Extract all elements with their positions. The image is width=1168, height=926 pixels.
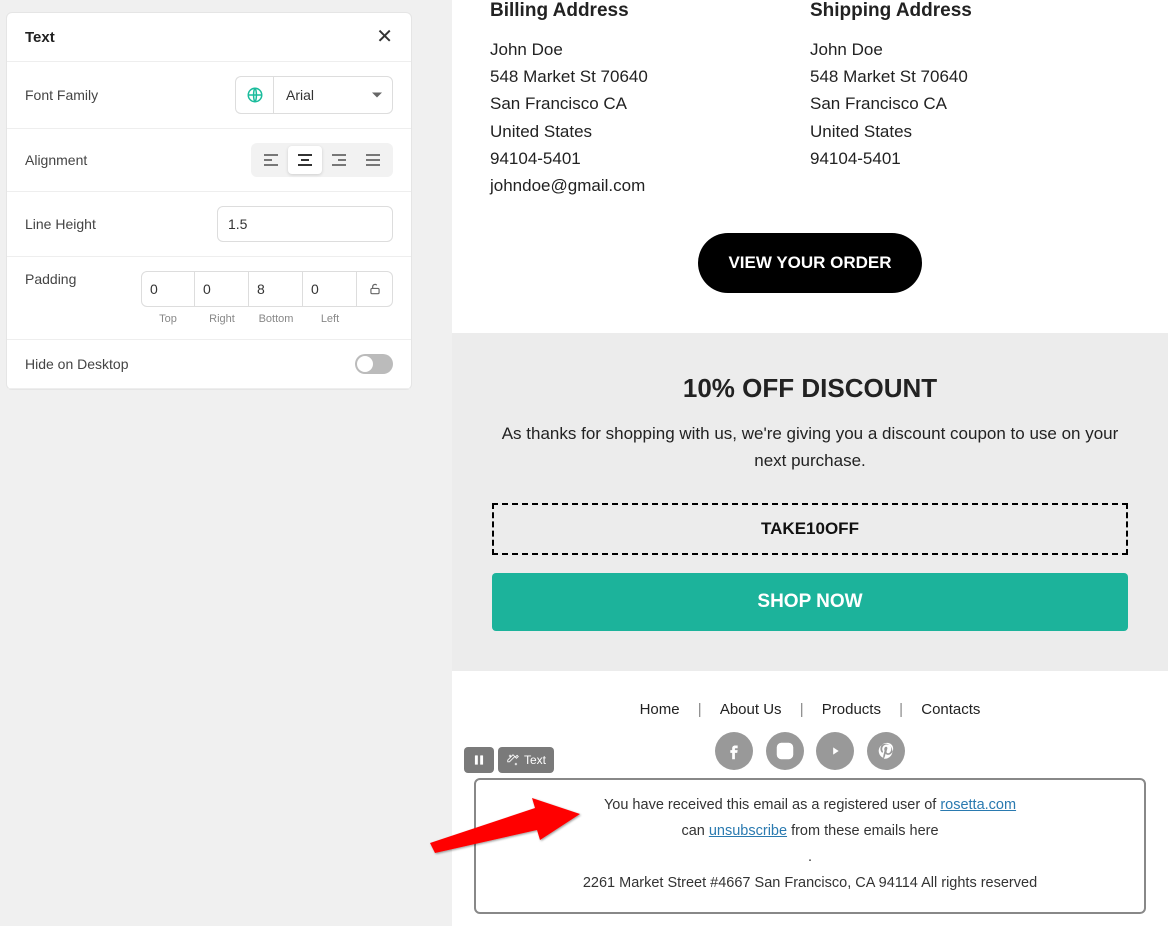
instagram-icon[interactable]: [766, 732, 804, 770]
footer-link-home[interactable]: Home: [626, 701, 694, 718]
youtube-icon[interactable]: [816, 732, 854, 770]
padding-label: Padding: [25, 271, 76, 287]
unsub-line-2: can unsubscribe from these emails here: [486, 818, 1134, 844]
email-preview: Billing Address John Doe 548 Market St 7…: [452, 0, 1168, 926]
font-family-row: Font Family Arial: [7, 62, 411, 129]
padding-right-label: Right: [195, 313, 249, 325]
line-height-value: 1.5: [228, 216, 247, 232]
padding-bottom-input[interactable]: 8: [249, 271, 303, 307]
alignment-group: [251, 143, 393, 177]
text-settings-panel: Text ✕ Font Family Arial Alignment: [6, 12, 412, 390]
chevron-down-icon: [372, 93, 382, 98]
selected-text-block[interactable]: You have received this email as a regist…: [474, 778, 1146, 914]
shipping-heading: Shipping Address: [810, 0, 1130, 22]
padding-left-input[interactable]: 0: [303, 271, 357, 307]
addresses-section: Billing Address John Doe 548 Market St 7…: [452, 0, 1168, 199]
padding-top-label: Top: [141, 313, 195, 325]
footer-section: Home | About Us | Products | Contacts: [452, 671, 1168, 914]
hide-desktop-label: Hide on Desktop: [25, 356, 129, 372]
padding-left-label: Left: [303, 313, 357, 325]
rosetta-link[interactable]: rosetta.com: [940, 797, 1016, 813]
hide-desktop-toggle[interactable]: [355, 354, 393, 374]
panel-title: Text: [25, 29, 55, 46]
facebook-icon[interactable]: [715, 732, 753, 770]
billing-heading: Billing Address: [490, 0, 810, 22]
unsub-address: 2261 Market Street #4667 San Francisco, …: [486, 870, 1134, 896]
unlock-icon[interactable]: [357, 271, 393, 307]
footer-link-about[interactable]: About Us: [706, 701, 796, 718]
align-right-icon[interactable]: [322, 146, 356, 174]
alignment-row: Alignment: [7, 129, 411, 192]
align-center-icon[interactable]: [288, 146, 322, 174]
columns-icon[interactable]: [464, 747, 494, 773]
panel-header: Text ✕: [7, 13, 411, 62]
font-family-select[interactable]: Arial: [273, 76, 393, 114]
padding-bottom-label: Bottom: [249, 313, 303, 325]
font-family-control: Arial: [235, 76, 393, 114]
hide-desktop-row: Hide on Desktop: [7, 340, 411, 389]
font-family-value: Arial: [286, 87, 314, 103]
line-height-label: Line Height: [25, 216, 96, 232]
padding-row: Padding 0 0 8 0 Top Right Bottom Left: [7, 257, 411, 340]
block-tags: Text: [464, 747, 554, 773]
view-order-section: VIEW YOUR ORDER: [452, 199, 1168, 333]
unsub-line-1: You have received this email as a regist…: [486, 792, 1134, 818]
unsub-dot: .: [486, 844, 1134, 870]
shop-now-button[interactable]: SHOP NOW: [492, 573, 1128, 631]
discount-text: As thanks for shopping with us, we're gi…: [492, 420, 1128, 474]
globe-icon[interactable]: [235, 76, 273, 114]
padding-right-input[interactable]: 0: [195, 271, 249, 307]
alignment-label: Alignment: [25, 152, 87, 168]
view-order-button[interactable]: VIEW YOUR ORDER: [698, 233, 921, 293]
shipping-address: Shipping Address John Doe 548 Market St …: [810, 0, 1130, 199]
pinterest-icon[interactable]: [867, 732, 905, 770]
align-left-icon[interactable]: [254, 146, 288, 174]
text-block-tag[interactable]: Text: [498, 747, 554, 773]
padding-control: 0 0 8 0 Top Right Bottom Left: [141, 271, 393, 325]
unsubscribe-link[interactable]: unsubscribe: [709, 823, 787, 839]
line-height-row: Line Height 1.5: [7, 192, 411, 257]
discount-section: 10% OFF DISCOUNT As thanks for shopping …: [452, 333, 1168, 670]
footer-link-contacts[interactable]: Contacts: [907, 701, 994, 718]
footer-links: Home | About Us | Products | Contacts: [462, 701, 1158, 718]
padding-top-input[interactable]: 0: [141, 271, 195, 307]
text-tag-label: Text: [524, 753, 546, 767]
font-family-label: Font Family: [25, 87, 98, 103]
close-icon[interactable]: ✕: [376, 27, 393, 47]
social-icons: [462, 732, 1158, 770]
line-height-input[interactable]: 1.5: [217, 206, 393, 242]
coupon-code: TAKE10OFF: [492, 503, 1128, 555]
billing-address: Billing Address John Doe 548 Market St 7…: [490, 0, 810, 199]
align-justify-icon[interactable]: [356, 146, 390, 174]
discount-heading: 10% OFF DISCOUNT: [492, 373, 1128, 404]
footer-link-products[interactable]: Products: [808, 701, 895, 718]
